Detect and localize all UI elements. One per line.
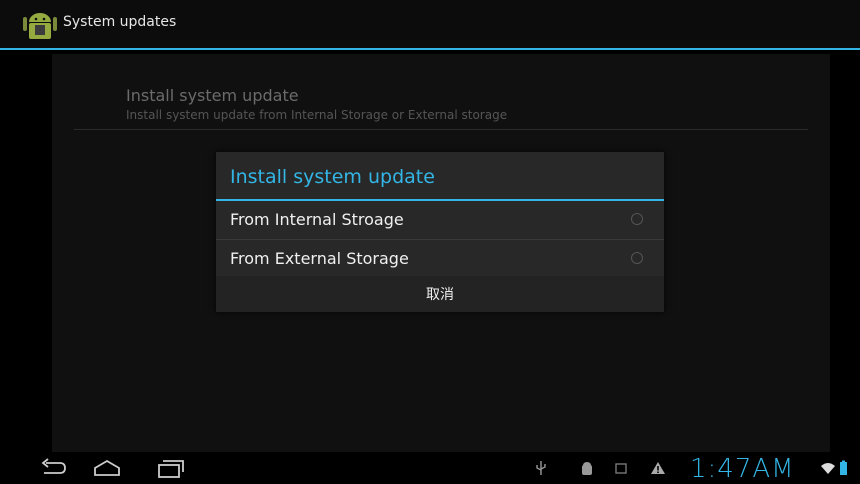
preference-summary: Install system update from Internal Stor… [126,108,508,122]
radio-button-icon[interactable] [631,213,643,225]
back-icon[interactable] [38,457,68,479]
warning-icon [651,462,665,474]
sd-card-icon [615,463,627,474]
system-bar: 1:47AM [0,452,860,484]
option-internal-storage[interactable]: From Internal Stroage [216,201,664,240]
install-update-dialog: Install system update From Internal Stro… [216,152,664,312]
battery-icon [840,460,847,475]
option-external-storage[interactable]: From External Storage [216,240,664,279]
option-label: From External Storage [230,249,409,268]
action-bar: System updates [0,0,860,50]
wifi-icon [821,463,835,474]
usb-icon [536,461,546,475]
debug-icon [582,462,592,475]
preference-title: Install system update [126,86,299,105]
divider [74,129,808,130]
option-label: From Internal Stroage [230,210,404,229]
android-app-icon[interactable] [20,10,60,42]
page-title: System updates [63,14,177,30]
recent-apps-icon[interactable] [155,457,185,479]
home-icon[interactable] [92,457,122,479]
radio-button-icon[interactable] [631,252,643,264]
dialog-title: Install system update [230,166,435,188]
status-clock: 1:47AM [690,454,795,484]
cancel-button[interactable]: 取消 [216,276,664,312]
